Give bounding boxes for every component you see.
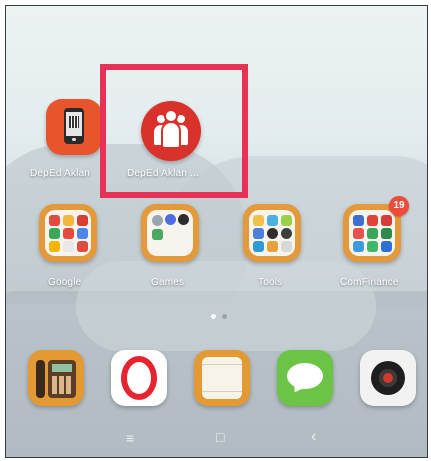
phone-icon[interactable]: [28, 350, 84, 406]
notification-badge: 19: [389, 196, 409, 216]
menu-button[interactable]: ≡: [126, 430, 134, 446]
app-label: DepEd Aklan ...: [127, 168, 199, 179]
folder-label: Tools: [258, 277, 283, 288]
people-group-icon[interactable]: [141, 101, 201, 161]
games-folder-icon[interactable]: [141, 204, 199, 262]
page-dot-active: [211, 314, 216, 319]
app-label: DepEd Aklan: [30, 168, 91, 179]
tools-folder-icon[interactable]: [243, 204, 301, 262]
folder-label: ComFinance: [340, 277, 399, 288]
camera-icon[interactable]: [360, 350, 416, 406]
notes-icon[interactable]: [194, 350, 250, 406]
messages-icon[interactable]: [277, 350, 333, 406]
page-dot: [222, 314, 227, 319]
google-folder-icon[interactable]: [39, 204, 97, 262]
back-button[interactable]: ‹: [311, 428, 316, 446]
phone-screen: DepEd Aklan DepEd Aklan ... Google Games…: [5, 5, 428, 458]
home-button[interactable]: □: [216, 429, 224, 445]
folder-label: Google: [48, 277, 82, 288]
phone-qr-icon: [64, 108, 84, 144]
opera-browser-icon[interactable]: [111, 350, 167, 406]
folder-label: Games: [151, 277, 185, 288]
deped-aklan-qr-icon[interactable]: [46, 99, 102, 155]
wallpaper-shape: [76, 261, 376, 351]
